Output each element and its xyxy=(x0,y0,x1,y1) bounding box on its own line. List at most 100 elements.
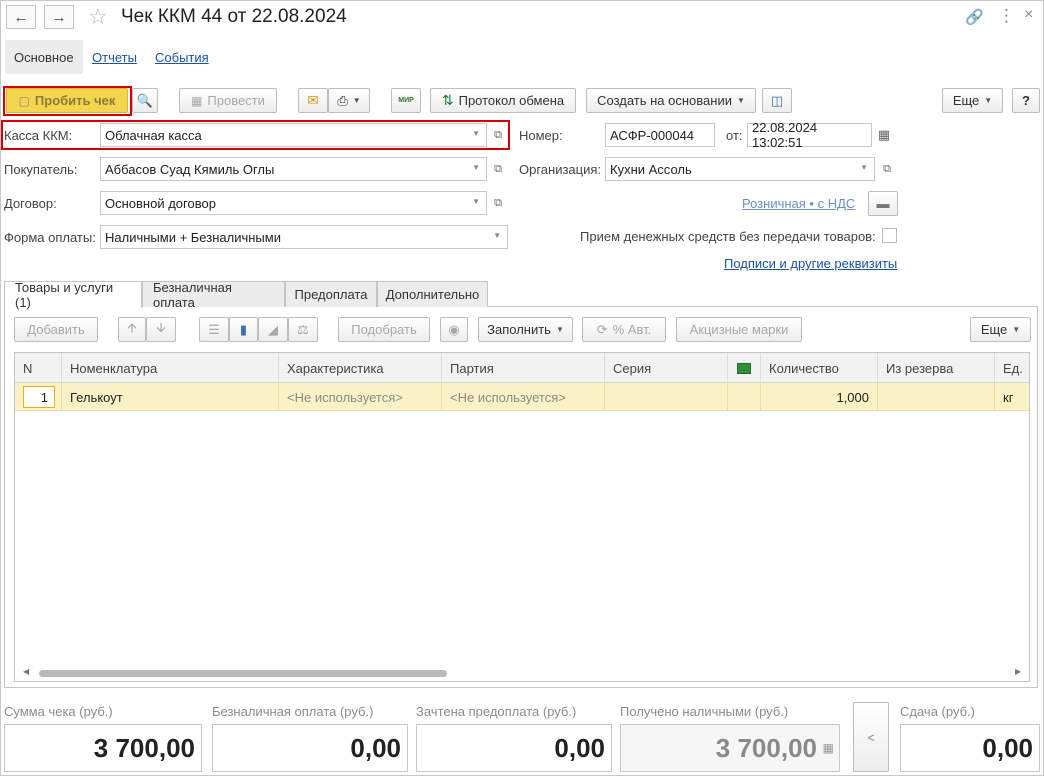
column-batch[interactable]: Партия xyxy=(442,353,605,383)
terminal-button[interactable]: ◢ xyxy=(258,317,288,342)
chevron-down-icon: ▼ xyxy=(736,96,745,105)
terminal-icon: ◢ xyxy=(268,321,278,337)
chevron-down-icon[interactable]: ▼ xyxy=(493,231,501,240)
help-button[interactable]: ? xyxy=(1012,88,1040,113)
column-quantity[interactable]: Количество xyxy=(761,353,878,383)
tab-additional[interactable]: Дополнительно xyxy=(377,281,488,307)
number-field[interactable]: АСФР-000044 xyxy=(605,123,715,147)
structure-button[interactable]: ◫ xyxy=(762,88,792,113)
prepayment-value: 0,00 xyxy=(416,724,612,772)
open-form-icon[interactable]: ⧉ xyxy=(877,157,897,181)
contract-label: Договор: xyxy=(4,196,57,211)
cell-n-value: 1 xyxy=(23,386,55,408)
add-row-button[interactable]: Добавить xyxy=(14,317,98,342)
column-n[interactable]: N xyxy=(15,353,62,383)
fill-button[interactable]: Заполнить ▼ xyxy=(478,317,573,342)
column-characteristic[interactable]: Характеристика xyxy=(279,353,442,383)
move-up-button[interactable]: 🡩 xyxy=(118,317,146,342)
payment-card-button[interactable]: ▬ xyxy=(868,191,898,216)
column-flag[interactable] xyxy=(728,353,761,383)
cell-batch[interactable]: <Не используется> xyxy=(442,383,605,411)
select-items-button[interactable]: Подобрать xyxy=(338,317,430,342)
cash-received-field[interactable]: 3 700,00 ▦ xyxy=(620,724,840,772)
scanner-button[interactable]: ▮ xyxy=(229,317,258,342)
cell-unit[interactable]: кг xyxy=(995,383,1029,411)
link-icon[interactable]: 🔗 xyxy=(965,8,984,26)
tab-prepayment[interactable]: Предоплата xyxy=(285,281,377,307)
scrollbar-thumb[interactable] xyxy=(39,670,447,677)
chevron-down-icon[interactable]: ▼ xyxy=(860,163,868,172)
mir-button[interactable]: МИР xyxy=(391,88,421,113)
chevron-down-icon[interactable]: ▼ xyxy=(472,197,480,206)
payment-form-field[interactable]: Наличными + Безналичными ▼ xyxy=(100,225,508,249)
organization-field[interactable]: Кухни Ассоль ▼ xyxy=(605,157,875,181)
section-tab-events[interactable]: События xyxy=(146,40,218,74)
open-form-icon[interactable]: ⧉ xyxy=(488,191,508,215)
email-button[interactable]: ✉ xyxy=(298,88,328,113)
horizontal-scrollbar[interactable]: ◀ ▶ xyxy=(15,665,1029,681)
chevron-down-icon[interactable]: ▼ xyxy=(472,163,480,172)
cell-item[interactable]: Гелькоут xyxy=(62,383,279,411)
card-payment-value: 0,00 xyxy=(212,724,408,772)
cash-received-value: 3 700,00 xyxy=(715,732,817,763)
back-arrow-icon[interactable]: ← xyxy=(6,5,36,29)
buyer-field[interactable]: Аббасов Суад Кямиль Оглы ▼ xyxy=(100,157,487,181)
change-value: 0,00 xyxy=(900,724,1040,772)
price-type-link[interactable]: Розничная • с НДС xyxy=(742,196,855,211)
scroll-right-icon[interactable]: ▶ xyxy=(1015,667,1021,676)
calendar-icon[interactable]: ▦ xyxy=(874,123,894,147)
cell-flag[interactable] xyxy=(728,383,761,411)
date-label: от: xyxy=(726,128,743,143)
excise-marks-button[interactable]: Акцизные марки xyxy=(676,317,802,342)
card-payment-label: Безналичная оплата (руб.) xyxy=(212,704,374,719)
chevron-down-icon: ▼ xyxy=(352,96,361,105)
column-unit[interactable]: Ед. xyxy=(995,353,1029,383)
window-title: Чек ККМ 44 от 22.08.2024 xyxy=(121,6,347,27)
table-more-button[interactable]: Еще ▼ xyxy=(970,317,1031,342)
cell-reserve[interactable] xyxy=(878,383,995,411)
contract-field[interactable]: Основной договор ▼ xyxy=(100,191,487,215)
kassa-highlight xyxy=(1,120,510,150)
column-reserve[interactable]: Из резерва xyxy=(878,353,995,383)
column-item[interactable]: Номенклатура xyxy=(62,353,279,383)
barcode-button[interactable]: ☰ xyxy=(199,317,229,342)
more-button[interactable]: Еще ▼ xyxy=(942,88,1003,113)
goods-table[interactable]: N Номенклатура Характеристика Партия Сер… xyxy=(14,352,1030,682)
cell-characteristic[interactable]: <Не используется> xyxy=(279,383,442,411)
exchange-log-button[interactable]: ⇅ Протокол обмена xyxy=(430,88,576,113)
no-goods-checkbox[interactable] xyxy=(882,228,897,243)
chevron-down-icon: ▼ xyxy=(984,96,993,105)
scroll-left-icon[interactable]: ◀ xyxy=(23,667,29,676)
total-sum-label: Сумма чека (руб.) xyxy=(4,704,113,719)
auto-discount-button[interactable]: ⟳ % Авт. xyxy=(582,317,666,342)
payment-form-value: Наличными + Безналичными xyxy=(105,229,281,245)
tab-card-payment[interactable]: Безналичная оплата xyxy=(142,280,285,310)
close-icon[interactable]: × xyxy=(1024,6,1033,24)
cell-series[interactable] xyxy=(605,383,728,411)
scales-button[interactable]: ⚖ xyxy=(288,317,318,342)
cell-quantity[interactable]: 1,000 xyxy=(761,383,878,411)
more-vertical-icon[interactable]: ⋮ xyxy=(998,6,1015,26)
barcode-icon: ☰ xyxy=(208,321,220,337)
tab-goods[interactable]: Товары и услуги (1) xyxy=(4,280,142,310)
column-series[interactable]: Серия xyxy=(605,353,728,383)
section-tab-reports[interactable]: Отчеты xyxy=(83,40,146,74)
calculator-icon[interactable]: ▦ xyxy=(823,741,834,755)
signatures-link[interactable]: Подписи и другие реквизиты xyxy=(724,256,897,271)
forward-arrow-icon[interactable]: → xyxy=(44,5,74,29)
section-tab-main[interactable]: Основное xyxy=(5,40,83,74)
post-button[interactable]: ▦ Провести xyxy=(179,88,277,113)
cell-n[interactable]: 1 xyxy=(15,383,62,411)
open-form-icon[interactable]: ⧉ xyxy=(488,157,508,181)
date-field[interactable]: 22.08.2024 13:02:51 xyxy=(747,120,872,150)
favorite-star-icon[interactable]: ☆ xyxy=(88,4,108,30)
move-down-button[interactable]: 🡫 xyxy=(146,317,176,342)
create-based-button[interactable]: Создать на основании ▼ xyxy=(586,88,756,113)
search-document-button[interactable]: 🔍 xyxy=(132,88,158,113)
table-row[interactable]: 1 Гелькоут <Не используется> <Не использ… xyxy=(15,383,1029,411)
print-button[interactable]: ⎙ ▼ xyxy=(328,88,370,113)
view-button[interactable]: ◉ xyxy=(440,317,468,342)
organization-label: Организация: xyxy=(519,162,602,177)
refresh-icon: ⟳ xyxy=(596,321,608,337)
calc-change-button[interactable]: < xyxy=(853,702,889,772)
